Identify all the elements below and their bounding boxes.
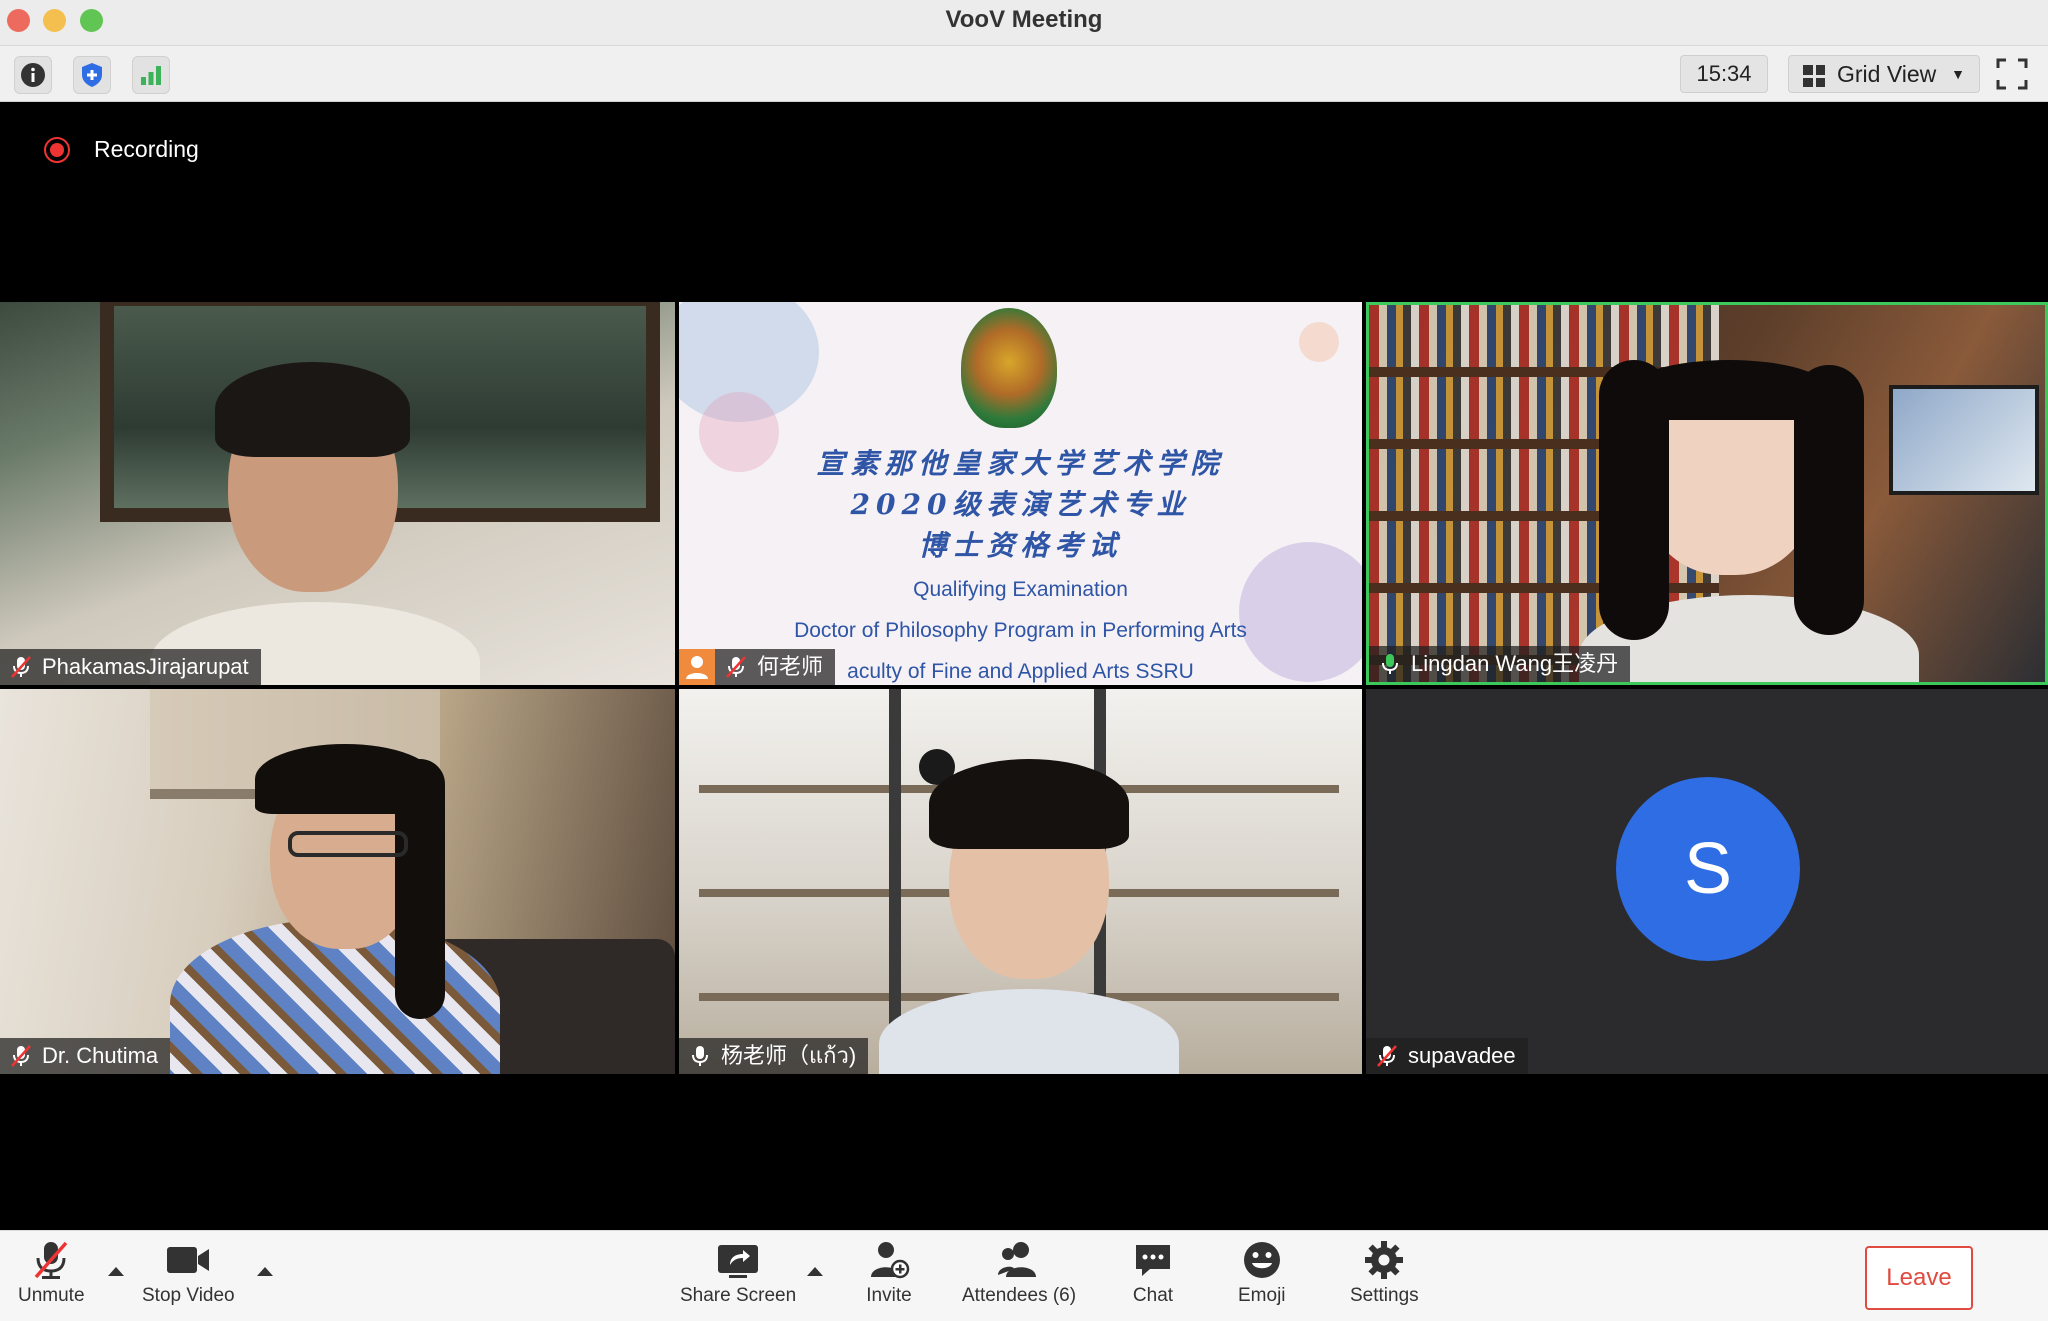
participant-nametag: 杨老师（แก้ว) <box>679 1038 869 1074</box>
share-screen-button[interactable]: Share Screen <box>680 1239 796 1307</box>
participant-nametag: Lingdan Wang王凌丹 <box>1369 646 1631 682</box>
video-tile-he-laoshi[interactable]: 宣素那他皇家大学艺术学院 2020级表演艺术专业 博士资格考试 Qualifyi… <box>679 302 1362 685</box>
title-bar: VooV Meeting <box>0 0 2048 46</box>
share-screen-icon <box>718 1245 759 1278</box>
video-tile-yang-laoshi[interactable]: 杨老师（แก้ว) <box>679 689 1362 1074</box>
shield-icon[interactable] <box>73 56 111 94</box>
meeting-controls-bar: Unmute Stop Video Share Screen Invite At… <box>0 1230 2048 1321</box>
share-options-caret[interactable] <box>807 1267 823 1276</box>
recording-label: Recording <box>94 136 199 162</box>
attendees-label: Attendees (6) <box>962 1285 1077 1306</box>
slide-subtitle-en-2: Doctor of Philosophy Program in Performi… <box>794 619 1247 642</box>
fullscreen-icon[interactable] <box>1994 56 2030 92</box>
mic-muted-icon <box>34 1241 68 1279</box>
recording-indicator: Recording <box>44 136 199 163</box>
recording-dot-icon <box>44 136 70 163</box>
grid-view-icon <box>1803 65 1825 87</box>
invite-label: Invite <box>866 1285 912 1306</box>
avatar: S <box>1616 777 1800 961</box>
university-seal <box>961 308 1057 428</box>
chevron-down-icon: ▼ <box>1951 66 1965 82</box>
settings-button[interactable]: Settings <box>1350 1239 1419 1307</box>
slide-decoration <box>1299 322 1339 362</box>
mic-muted-icon <box>726 656 746 678</box>
mic-muted-icon <box>11 1045 31 1067</box>
screen-share-icon <box>679 649 715 685</box>
window-title: VooV Meeting <box>945 6 1103 33</box>
chat-label: Chat <box>1132 1285 1174 1306</box>
participant-name: 何老师 <box>757 654 824 679</box>
attendees-icon <box>998 1242 1037 1277</box>
slide-title-cn-1: 宣素那他皇家大学艺术学院 <box>816 447 1225 480</box>
participant-nametag: PhakamasJirajarupat <box>0 649 261 685</box>
video-tile-phakamas[interactable]: PhakamasJirajarupat <box>0 302 675 685</box>
info-icon[interactable] <box>14 56 52 94</box>
settings-label: Settings <box>1350 1285 1419 1306</box>
video-camera-icon <box>167 1247 210 1273</box>
stop-video-button[interactable]: Stop Video <box>142 1239 235 1307</box>
unmute-label: Unmute <box>18 1285 85 1306</box>
participant-name: Dr. Chutima <box>42 1043 159 1068</box>
participant-name: 杨老师（แก้ว) <box>721 1043 857 1068</box>
video-stage: Recording PhakamasJirajarupat 宣素那他皇家大学艺术… <box>0 102 2048 1230</box>
view-mode-dropdown[interactable]: Grid View ▼ <box>1788 55 1980 93</box>
mic-muted-icon <box>1377 1045 1397 1067</box>
video-options-caret[interactable] <box>257 1267 273 1276</box>
stop-video-label: Stop Video <box>142 1285 235 1306</box>
meeting-toolbar: 15:34 Grid View ▼ <box>0 46 2048 102</box>
participant-name: supavadee <box>1408 1043 1516 1068</box>
wall-screen <box>1889 385 2039 495</box>
view-mode-label: Grid View <box>1837 61 1937 87</box>
slide-title-cn-3: 博士资格考试 <box>918 529 1123 562</box>
participant-name: PhakamasJirajarupat <box>42 654 249 679</box>
share-screen-label: Share Screen <box>680 1285 797 1306</box>
audio-options-caret[interactable] <box>108 1267 124 1276</box>
emoji-label: Emoji <box>1238 1285 1286 1306</box>
signal-bars-icon[interactable] <box>132 56 170 94</box>
video-tile-dr-chutima[interactable]: Dr. Chutima <box>0 689 675 1074</box>
unmute-button[interactable]: Unmute <box>18 1239 85 1307</box>
mic-muted-icon <box>11 656 31 678</box>
attendees-button[interactable]: Attendees (6) <box>962 1239 1076 1307</box>
leave-button[interactable]: Leave <box>1865 1246 1973 1310</box>
slide-title-cn-2: 2020级表演艺术专业 <box>850 488 1191 521</box>
video-tile-lingdan-wang[interactable]: Lingdan Wang王凌丹 <box>1366 302 2048 685</box>
emoji-button[interactable]: Emoji <box>1238 1239 1286 1307</box>
emoji-face-icon <box>1243 1242 1280 1278</box>
participant-nametag: Dr. Chutima <box>0 1038 171 1074</box>
chat-button[interactable]: Chat <box>1132 1239 1174 1307</box>
invite-button[interactable]: Invite <box>866 1239 912 1307</box>
participant-name: Lingdan Wang王凌丹 <box>1411 651 1619 676</box>
glasses <box>288 831 408 857</box>
mic-on-icon <box>692 1046 708 1066</box>
elapsed-time: 15:34 <box>1680 55 1768 93</box>
chat-bubble-icon <box>1136 1245 1170 1276</box>
participant-nametag: supavadee <box>1366 1038 1528 1074</box>
video-tile-supavadee[interactable]: S supavadee <box>1366 689 2048 1074</box>
slide-subtitle-en-1: Qualifying Examination <box>913 578 1128 601</box>
mic-speaking-icon <box>1382 654 1398 674</box>
add-user-icon <box>871 1242 910 1279</box>
participant-nametag: 何老师 <box>679 649 836 685</box>
gear-icon <box>1365 1241 1404 1279</box>
